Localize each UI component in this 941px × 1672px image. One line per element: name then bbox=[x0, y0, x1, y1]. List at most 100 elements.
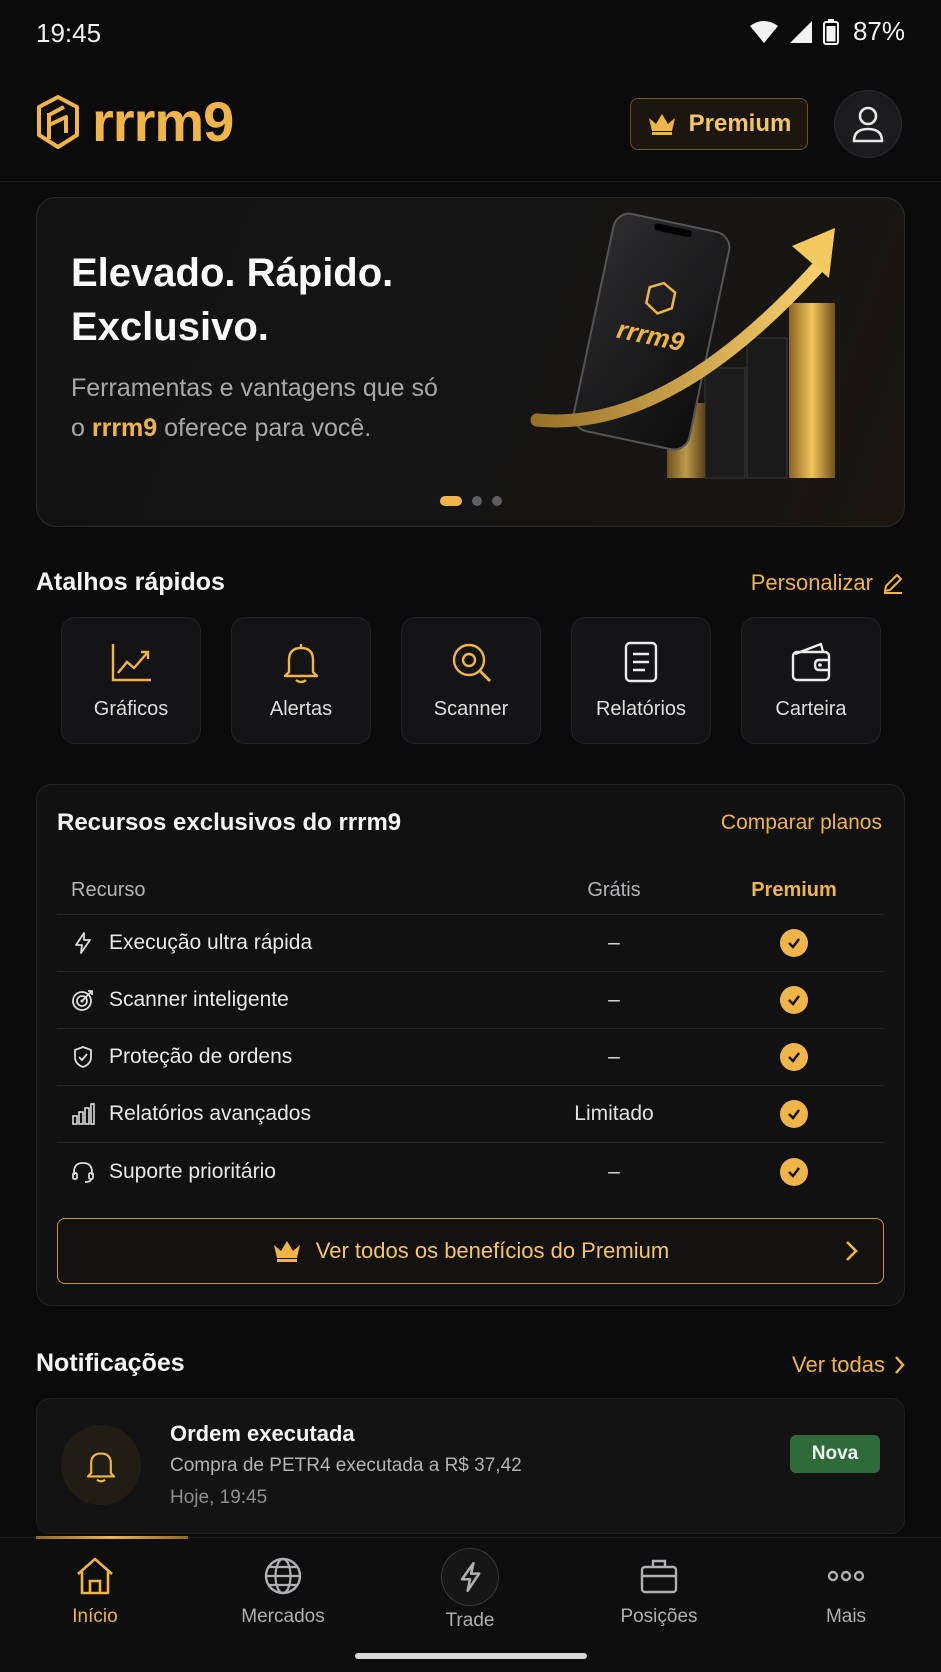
notification-icon bbox=[61, 1425, 141, 1505]
briefcase-icon bbox=[640, 1559, 678, 1594]
feature-cell: Suporte prioritário bbox=[57, 1160, 524, 1184]
table-row: Relatórios avançados Limitado bbox=[57, 1086, 884, 1143]
trade-button[interactable] bbox=[441, 1548, 499, 1606]
hero-subtitle-text-end: oferece para você. bbox=[157, 414, 372, 442]
premium-value bbox=[704, 1100, 884, 1128]
carousel-dot-2[interactable] bbox=[471, 496, 482, 506]
crown-icon bbox=[273, 1241, 300, 1262]
app-logo[interactable]: rrrm9 bbox=[36, 90, 234, 153]
hero-title-line2: Exclusivo. bbox=[71, 305, 269, 349]
profile-button[interactable] bbox=[834, 90, 902, 158]
exclusive-features-card: Recursos exclusivos do rrrm9 Comparar pl… bbox=[36, 784, 905, 1306]
header-feature: Recurso bbox=[71, 879, 146, 901]
wallet-icon bbox=[791, 642, 831, 682]
view-premium-benefits-button[interactable]: Ver todos os benefícios do Premium bbox=[57, 1218, 884, 1284]
system-home-indicator[interactable] bbox=[355, 1653, 587, 1659]
see-all-label: Ver todas bbox=[792, 1352, 885, 1377]
carousel-indicator[interactable] bbox=[37, 496, 904, 506]
chevron-right-icon bbox=[846, 1241, 858, 1261]
battery-icon bbox=[822, 18, 839, 45]
feature-cell: Relatórios avançados bbox=[57, 1102, 524, 1126]
header-premium: Premium bbox=[751, 879, 837, 901]
shortcut-scanner[interactable]: Scanner bbox=[401, 617, 541, 744]
benefits-button-label: Ver todos os benefícios do Premium bbox=[315, 1238, 670, 1263]
notification-body: Compra de PETR4 executada a R$ 37,42 bbox=[170, 1455, 522, 1476]
table-row: Suporte prioritário – bbox=[57, 1143, 884, 1200]
battery-percent: 87% bbox=[852, 16, 905, 46]
check-icon bbox=[780, 1100, 808, 1128]
check-icon bbox=[780, 1043, 808, 1071]
free-value: – bbox=[608, 931, 620, 954]
bolt-icon bbox=[460, 1562, 481, 1592]
compare-plans-link[interactable]: Comparar planos bbox=[721, 811, 882, 835]
active-tab-indicator bbox=[36, 1536, 188, 1539]
premium-value bbox=[704, 1043, 884, 1071]
nav-label: Trade bbox=[445, 1610, 495, 1631]
notification-time: Hoje, 19:45 bbox=[170, 1487, 268, 1508]
bell-icon bbox=[86, 1452, 116, 1483]
see-all-notifications-link[interactable]: Ver todas bbox=[792, 1352, 905, 1378]
customize-label: Personalizar bbox=[750, 570, 873, 595]
headset-icon bbox=[72, 1161, 94, 1183]
shortcut-relatorios[interactable]: Relatórios bbox=[571, 617, 711, 744]
logo-mark-icon bbox=[37, 95, 79, 149]
feature-cell: Scanner inteligente bbox=[57, 988, 524, 1012]
notification-item[interactable]: Ordem executada Compra de PETR4 executad… bbox=[36, 1398, 905, 1534]
shortcut-label: Carteira bbox=[775, 698, 847, 720]
shield-icon bbox=[74, 1046, 92, 1068]
check-icon bbox=[780, 929, 808, 957]
shortcut-graficos[interactable]: Gráficos bbox=[61, 617, 201, 744]
nav-posicoes[interactable]: Posições bbox=[589, 1556, 729, 1628]
nav-trade[interactable]: Trade bbox=[400, 1548, 540, 1632]
carousel-dot-1[interactable] bbox=[439, 496, 462, 506]
features-title: Recursos exclusivos do rrrm9 bbox=[57, 809, 402, 836]
nav-label: Mercados bbox=[241, 1606, 325, 1627]
bolt-icon bbox=[75, 932, 91, 954]
free-value: – bbox=[608, 1159, 620, 1183]
signal-icon bbox=[789, 20, 812, 43]
hero-banner[interactable]: Elevado. Rápido. Exclusivo. Ferramentas … bbox=[36, 197, 905, 527]
nav-inicio[interactable]: Início bbox=[25, 1556, 165, 1628]
new-badge: Nova bbox=[790, 1435, 880, 1473]
feature-name: Execução ultra rápida bbox=[109, 931, 313, 954]
hero-subtitle-brand: rrrm9 bbox=[91, 414, 158, 442]
chart-line-icon bbox=[111, 644, 151, 682]
features-table: Recurso Grátis Premium Execução ultra rá… bbox=[57, 867, 884, 1200]
globe-icon bbox=[264, 1557, 302, 1595]
status-bar: 19:45 87% bbox=[0, 0, 941, 68]
nav-mais[interactable]: Mais bbox=[776, 1556, 916, 1628]
premium-button[interactable]: Premium bbox=[630, 98, 808, 150]
check-icon bbox=[780, 1157, 808, 1186]
pencil-icon bbox=[884, 574, 902, 594]
shortcut-label: Relatórios bbox=[595, 698, 687, 720]
premium-value bbox=[704, 1157, 884, 1186]
crown-icon bbox=[648, 114, 675, 135]
carousel-dot-3[interactable] bbox=[491, 496, 502, 506]
feature-name: Proteção de ordens bbox=[109, 1045, 293, 1068]
bottom-navigation: Início Mercados Trade Posições Mais bbox=[0, 1536, 941, 1672]
nav-label: Início bbox=[72, 1606, 118, 1627]
notifications-title: Notificações bbox=[36, 1349, 185, 1377]
user-icon bbox=[852, 106, 884, 143]
logo-text: rrrm9 bbox=[92, 90, 234, 153]
shortcut-carteira[interactable]: Carteira bbox=[741, 617, 881, 744]
nav-label: Mais bbox=[825, 1606, 867, 1627]
more-icon bbox=[827, 1570, 865, 1582]
feature-cell: Execução ultra rápida bbox=[57, 931, 524, 955]
premium-value bbox=[704, 929, 884, 957]
table-row: Scanner inteligente – bbox=[57, 972, 884, 1029]
premium-label: Premium bbox=[688, 110, 792, 137]
customize-link[interactable]: Personalizar bbox=[751, 570, 905, 596]
shortcut-label: Scanner bbox=[433, 698, 509, 720]
check-icon bbox=[780, 986, 808, 1014]
status-icons: 87% bbox=[749, 16, 905, 47]
home-icon bbox=[77, 1557, 113, 1595]
hero-title: Elevado. Rápido. Exclusivo. bbox=[71, 246, 393, 354]
shortcuts-title: Atalhos rápidos bbox=[36, 568, 225, 596]
bar-chart-icon bbox=[72, 1103, 95, 1125]
nav-label: Posições bbox=[620, 1606, 698, 1627]
shortcut-alertas[interactable]: Alertas bbox=[231, 617, 371, 744]
nav-mercados[interactable]: Mercados bbox=[213, 1556, 353, 1628]
header-free: Grátis bbox=[587, 879, 641, 901]
scanner-icon bbox=[452, 643, 491, 682]
